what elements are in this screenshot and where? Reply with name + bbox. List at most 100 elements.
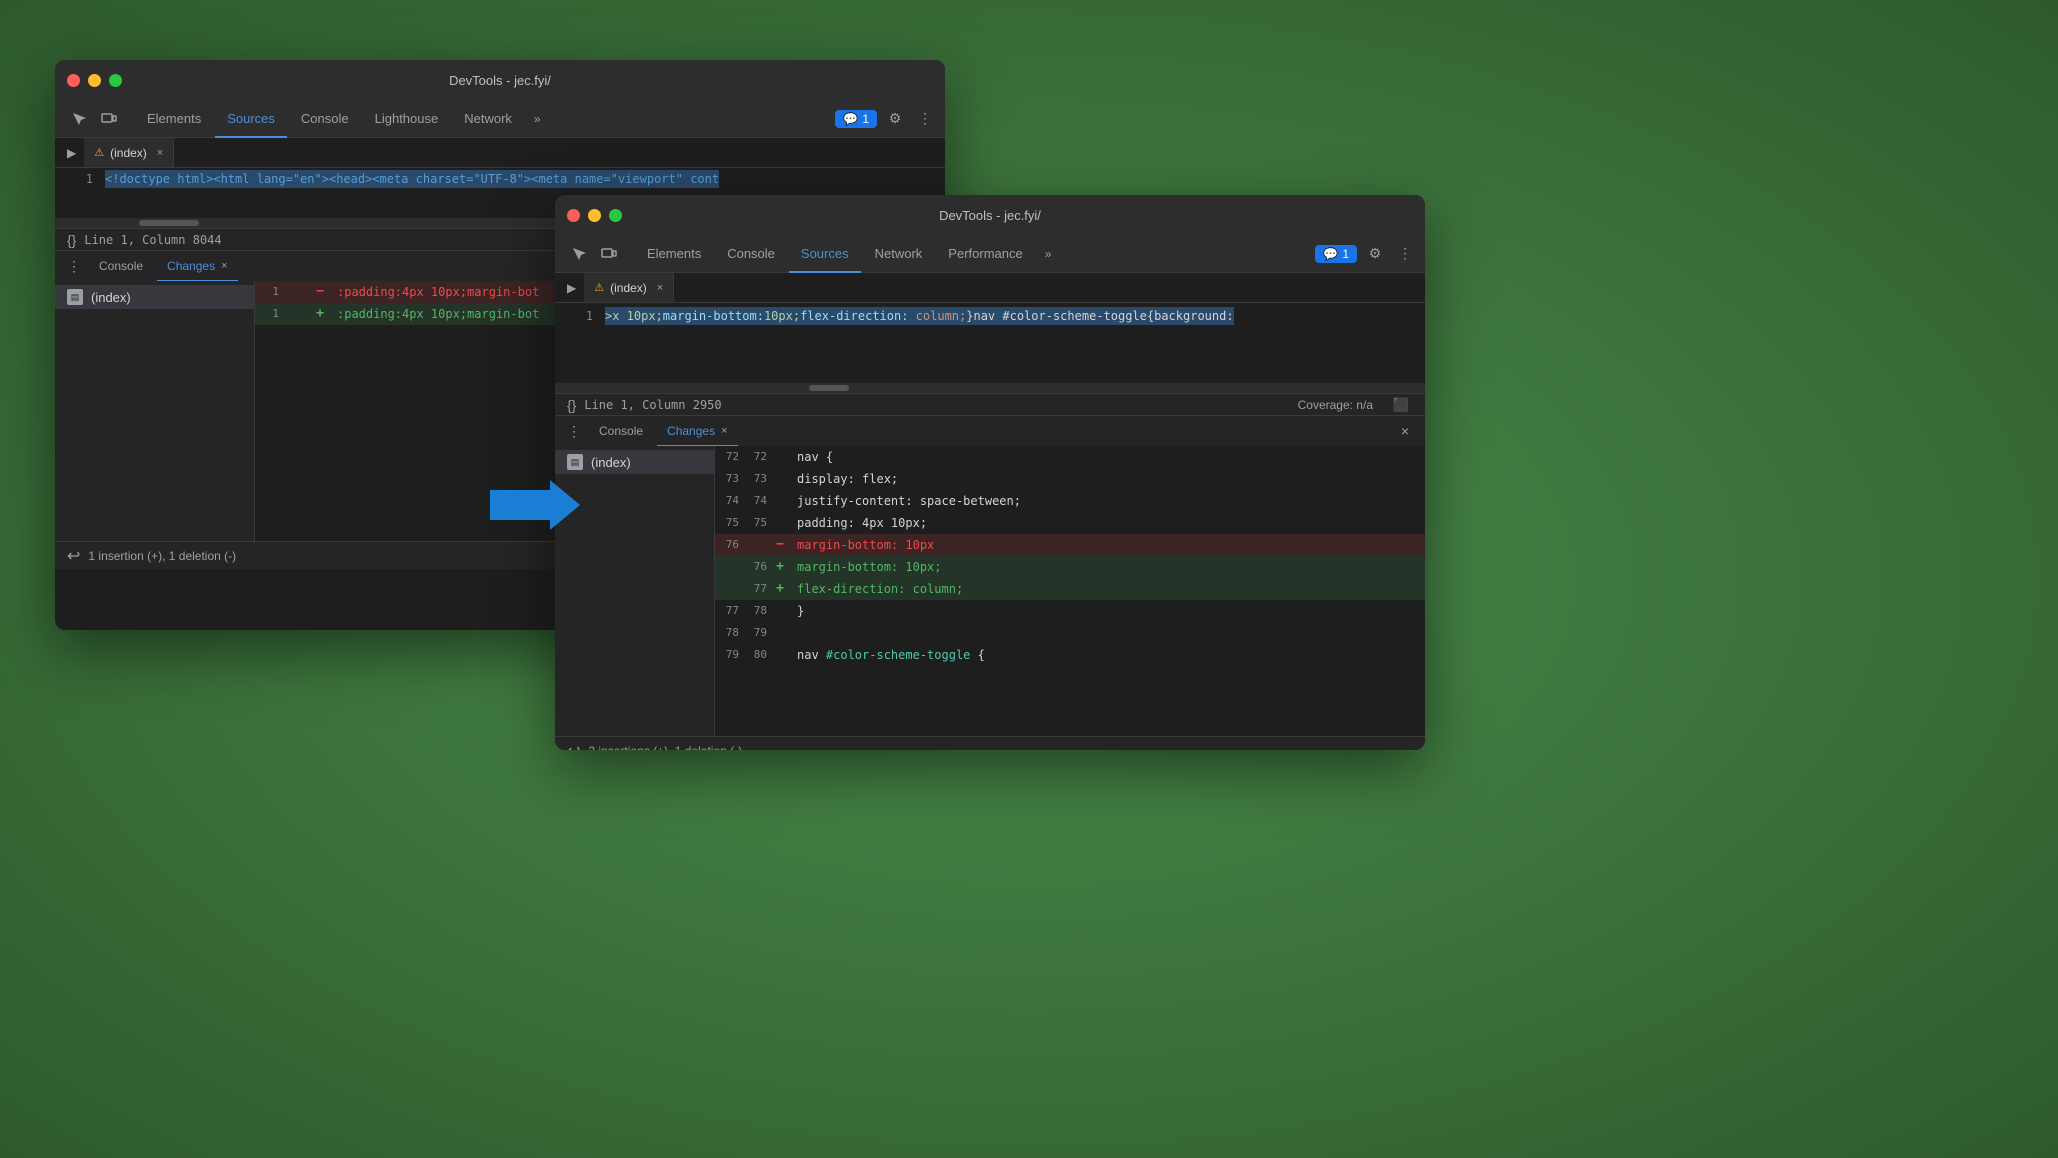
- device-toggle-icon-front[interactable]: [597, 242, 621, 266]
- changes-layout-front: ▤ (index) 72 72 nav { 73 73: [555, 446, 1425, 736]
- plus-marker-front-1: +: [771, 556, 789, 578]
- panel-more-icon-front[interactable]: ⋮: [563, 416, 585, 446]
- scrollbar-thumb-front[interactable]: [809, 385, 849, 391]
- status-text-front: Line 1, Column 2950: [584, 398, 721, 412]
- messages-badge-front[interactable]: 💬 1: [1315, 245, 1357, 263]
- minus-marker-front: −: [771, 534, 789, 556]
- panel-tab-changes-front[interactable]: Changes ×: [657, 416, 737, 447]
- tab-performance-front[interactable]: Performance: [936, 235, 1034, 273]
- diff-line-75: 75 75 padding: 4px 10px;: [715, 512, 1425, 534]
- traffic-lights-front: [567, 209, 622, 222]
- plus-marker-front-2: +: [771, 578, 789, 600]
- file-tab-close-back[interactable]: ×: [157, 147, 163, 159]
- panel-tab-console-front[interactable]: Console: [589, 416, 653, 447]
- messages-badge-back[interactable]: 💬 1: [835, 110, 877, 128]
- tab-more-front[interactable]: »: [1037, 235, 1060, 272]
- changes-tab-close-back[interactable]: ×: [221, 260, 227, 272]
- more-icon-front[interactable]: ⋮: [1393, 242, 1417, 266]
- undo-icon-back[interactable]: ↩: [67, 546, 80, 566]
- sidebar-toggle-icon-front[interactable]: ▶: [559, 273, 584, 302]
- diff-line-79-80: 79 80 nav #color-scheme-toggle {: [715, 644, 1425, 666]
- diff-line-73: 73 73 display: flex;: [715, 468, 1425, 490]
- diff-content-front: 72 72 nav { 73 73 display: flex; 74 74: [715, 446, 1425, 736]
- curly-braces-icon-front[interactable]: {}: [567, 397, 576, 413]
- file-tab-index-back[interactable]: ⚠ (index) ×: [84, 138, 174, 167]
- changes-sidebar-back: ▤ (index): [55, 281, 255, 541]
- footer-text-back: 1 insertion (+), 1 deletion (-): [88, 549, 236, 563]
- tab-elements-front[interactable]: Elements: [635, 235, 713, 273]
- status-bar-front: {} Line 1, Column 2950 Coverage: n/a ⬛: [555, 393, 1425, 415]
- sidebar-file-back[interactable]: ▤ (index): [55, 285, 254, 309]
- code-content-front: >x 10px;margin-bottom:10px;flex-directio…: [605, 309, 1234, 323]
- tab-network-back[interactable]: Network: [452, 100, 524, 138]
- minimize-button-back[interactable]: [88, 74, 101, 87]
- inspect-icon-front[interactable]: [567, 242, 591, 266]
- maximize-button-back[interactable]: [109, 74, 122, 87]
- tab-bar-right-front: 💬 1 ⚙ ⋮: [1315, 235, 1417, 272]
- curly-braces-icon-back[interactable]: {}: [67, 232, 76, 248]
- tab-sources-back[interactable]: Sources: [215, 100, 287, 138]
- device-toggle-icon-back[interactable]: [97, 107, 121, 131]
- panel-more-icon-back[interactable]: ⋮: [63, 251, 85, 281]
- file-icon-front: ▤: [567, 454, 583, 470]
- traffic-lights-back: [67, 74, 122, 87]
- warning-icon-back: ⚠: [94, 146, 104, 159]
- file-tab-bar-back: ▶ ⚠ (index) ×: [55, 138, 945, 168]
- scrollbar-h-front[interactable]: [555, 383, 1425, 393]
- tab-console-front[interactable]: Console: [715, 235, 787, 273]
- settings-icon-back[interactable]: ⚙: [883, 107, 907, 131]
- more-icon-back[interactable]: ⋮: [913, 107, 937, 131]
- title-bar-front: DevTools - jec.fyi/: [555, 195, 1425, 235]
- code-line-back: 1 <!doctype html><html lang="en"><head><…: [55, 172, 945, 192]
- panel-close-front[interactable]: ×: [1393, 416, 1417, 446]
- tab-elements-back[interactable]: Elements: [135, 100, 213, 138]
- diff-line-78-79: 78 79: [715, 622, 1425, 644]
- settings-icon-front[interactable]: ⚙: [1363, 242, 1387, 266]
- tab-icons-front: [563, 235, 625, 272]
- footer-text-front: 2 insertions (+), 1 deletion (-): [588, 744, 742, 751]
- tab-more-back[interactable]: »: [526, 100, 549, 137]
- close-button-back[interactable]: [67, 74, 80, 87]
- tab-bar-front: Elements Console Sources Network Perform…: [555, 235, 1425, 273]
- sidebar-file-front[interactable]: ▤ (index): [555, 450, 714, 474]
- diff-line-76-removed: 76 − margin-bottom: 10px: [715, 534, 1425, 556]
- close-button-front[interactable]: [567, 209, 580, 222]
- window-title-back: DevTools - jec.fyi/: [449, 73, 551, 88]
- coverage-icon-front[interactable]: ⬛: [1389, 393, 1413, 417]
- tab-icons-back: [63, 100, 125, 137]
- diff-line-77-added: 77 + flex-direction: column;: [715, 578, 1425, 600]
- file-tab-close-front[interactable]: ×: [657, 282, 663, 294]
- coverage-text-front: Coverage: n/a: [1298, 398, 1373, 412]
- panel-tab-console-back[interactable]: Console: [89, 251, 153, 282]
- file-tab-index-front[interactable]: ⚠ (index) ×: [584, 273, 674, 302]
- tab-bar-back: Elements Sources Console Lighthouse Netw…: [55, 100, 945, 138]
- status-text-back: Line 1, Column 8044: [84, 233, 221, 247]
- window-title-front: DevTools - jec.fyi/: [939, 208, 1041, 223]
- file-icon-back: ▤: [67, 289, 83, 305]
- change-footer-front: ↩ 2 insertions (+), 1 deletion (-): [555, 736, 1425, 750]
- plus-marker-back: +: [311, 303, 329, 325]
- maximize-button-front[interactable]: [609, 209, 622, 222]
- panel-tab-bar-front: ⋮ Console Changes × ×: [555, 416, 1425, 446]
- inspect-icon-back[interactable]: [67, 107, 91, 131]
- file-tab-bar-front: ▶ ⚠ (index) ×: [555, 273, 1425, 303]
- tab-console-back[interactable]: Console: [289, 100, 361, 138]
- minus-marker-back: −: [311, 281, 329, 303]
- minimize-button-front[interactable]: [588, 209, 601, 222]
- tab-bar-right-back: 💬 1 ⚙ ⋮: [835, 100, 937, 137]
- tab-sources-front[interactable]: Sources: [789, 235, 861, 273]
- warning-icon-front: ⚠: [594, 281, 604, 294]
- diff-line-77-78: 77 78 }: [715, 600, 1425, 622]
- undo-icon-front[interactable]: ↩: [567, 741, 580, 751]
- diff-line-74: 74 74 justify-content: space-between;: [715, 490, 1425, 512]
- devtools-window-front: DevTools - jec.fyi/ Elements Console Sou: [555, 195, 1425, 750]
- code-line-front: 1 >x 10px;margin-bottom:10px;flex-direct…: [555, 303, 1425, 323]
- scrollbar-thumb-back[interactable]: [139, 220, 199, 226]
- blue-arrow: [490, 480, 580, 530]
- sidebar-toggle-icon-back[interactable]: ▶: [59, 138, 84, 167]
- tab-lighthouse-back[interactable]: Lighthouse: [363, 100, 451, 138]
- tab-network-front[interactable]: Network: [863, 235, 935, 273]
- changes-tab-close-front[interactable]: ×: [721, 425, 727, 437]
- panel-tab-changes-back[interactable]: Changes ×: [157, 251, 237, 282]
- code-content-back: <!doctype html><html lang="en"><head><me…: [105, 172, 719, 186]
